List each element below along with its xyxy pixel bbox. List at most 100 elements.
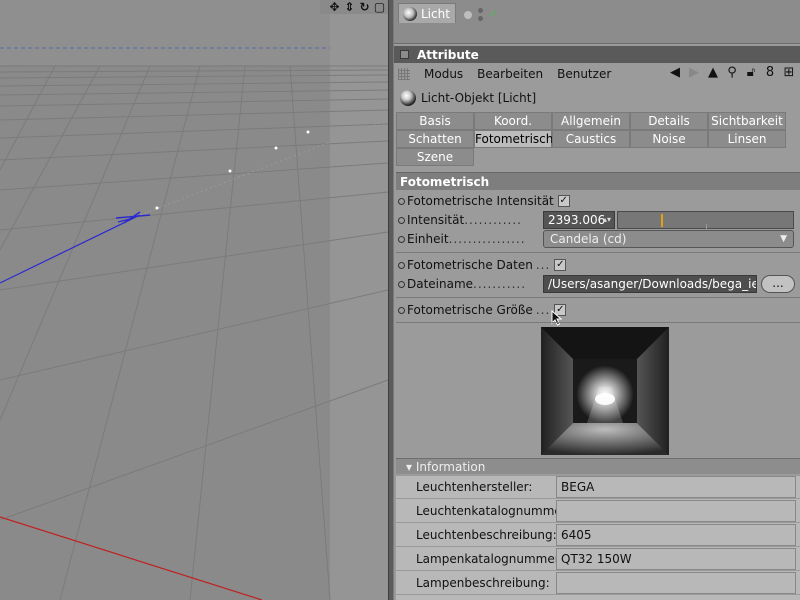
info-value[interactable] bbox=[556, 572, 796, 594]
chevron-down-icon: ▼ bbox=[780, 234, 787, 244]
tab-koord[interactable]: Koord. bbox=[474, 112, 552, 130]
visibility-dots-icon[interactable] bbox=[478, 8, 483, 21]
info-row: Lampenbeschreibung: bbox=[396, 572, 800, 595]
tab-linsen[interactable]: Linsen bbox=[708, 130, 786, 148]
checkbox-fotometrische-daten[interactable]: ✓ bbox=[554, 259, 567, 271]
up-arrow-icon[interactable]: ▲ bbox=[706, 66, 720, 80]
keyframe-bullet-icon[interactable] bbox=[398, 197, 405, 205]
divider bbox=[396, 252, 800, 253]
object-tab-tags: ✓ bbox=[464, 8, 497, 21]
section-title: Fotometrisch bbox=[396, 172, 800, 190]
attribute-manager-header: Attribute bbox=[394, 46, 800, 63]
dateiname-value: /Users/asanger/Downloads/bega_ies/ bbox=[548, 277, 757, 291]
menu-bearbeiten[interactable]: Bearbeiten bbox=[477, 67, 543, 81]
viewport-grid bbox=[0, 0, 388, 600]
tab-noise[interactable]: Noise bbox=[630, 130, 708, 148]
label-intensitaet: Intensität bbox=[407, 213, 465, 227]
object-tab-label: Licht bbox=[421, 6, 450, 21]
label-dateiname: Dateiname bbox=[407, 277, 474, 291]
info-label: Leuchtenbeschreibung: bbox=[416, 528, 557, 542]
intensitaet-slider[interactable] bbox=[617, 211, 794, 229]
menu-benutzer[interactable]: Benutzer bbox=[557, 67, 611, 81]
label-dots: ............ bbox=[464, 213, 522, 227]
label-dots: ... bbox=[535, 258, 551, 272]
label-dots: ........... bbox=[473, 277, 527, 291]
label-fotometrische-groesse: Fotometrische Größe bbox=[407, 303, 533, 317]
info-label: Leuchtenhersteller: bbox=[416, 480, 533, 494]
tab-caustics[interactable]: Caustics bbox=[552, 130, 630, 148]
menubar-icons: ◀ ▶ ▲ ⚲ 🔓︎ 8 ⊞ bbox=[668, 66, 796, 80]
rotate-icon[interactable]: ↻ bbox=[358, 0, 371, 14]
info-label: Lampenbeschreibung: bbox=[416, 576, 550, 590]
keyframe-bullet-icon[interactable] bbox=[398, 280, 405, 288]
label-dots: ................ bbox=[448, 232, 526, 246]
maximize-icon[interactable]: ▢ bbox=[373, 0, 386, 14]
row-fotometrische-groesse: Fotometrische Größe ... ✓ bbox=[396, 300, 800, 320]
enabled-check-icon[interactable]: ✓ bbox=[489, 9, 497, 20]
layer-dot-icon[interactable] bbox=[464, 10, 472, 19]
info-row: Leuchtenbeschreibung: 6405 bbox=[396, 524, 800, 547]
information-title: Information bbox=[415, 460, 486, 474]
attribute-menubar: Modus Bearbeiten Benutzer ◀ ▶ ▲ ⚲ 🔓︎ 8 ⊞ bbox=[394, 64, 800, 84]
viewport-toolbar: ✥ ⇕ ↻ ▢ bbox=[320, 0, 388, 14]
grip-icon[interactable] bbox=[398, 68, 410, 80]
scale-icon[interactable]: ⇕ bbox=[343, 0, 356, 14]
tab-sichtbarkeit[interactable]: Sichtbarkeit bbox=[708, 112, 786, 130]
einheit-value: Candela (cd) bbox=[550, 232, 627, 246]
lock-icon[interactable]: 🔓︎ bbox=[744, 66, 758, 80]
dateiname-input[interactable]: /Users/asanger/Downloads/bega_ies/ bbox=[543, 275, 757, 293]
info-row: Leuchtenkatalognummer: bbox=[396, 500, 800, 523]
info-row: Leuchtenhersteller: BEGA bbox=[396, 476, 800, 499]
checkbox-fotometrische-intensitaet[interactable]: ✓ bbox=[557, 195, 570, 207]
move-icon[interactable]: ✥ bbox=[328, 0, 341, 14]
link-icon[interactable]: 8 bbox=[763, 66, 777, 80]
mouse-cursor-icon bbox=[551, 310, 563, 326]
room-preview-image bbox=[541, 327, 669, 455]
keyframe-bullet-icon[interactable] bbox=[398, 306, 405, 314]
panel-menu-icon[interactable] bbox=[400, 50, 409, 59]
search-icon[interactable]: ⚲ bbox=[725, 66, 739, 80]
intensitaet-value: 2393.006 bbox=[548, 213, 606, 227]
object-tab-licht[interactable]: Licht bbox=[398, 3, 456, 23]
tab-fotometrisch[interactable]: Fotometrisch bbox=[474, 130, 553, 148]
spinner-arrows-icon[interactable]: ▴▾ bbox=[603, 212, 611, 228]
einheit-dropdown[interactable]: Candela (cd) ▼ bbox=[543, 230, 794, 248]
tab-schatten[interactable]: Schatten bbox=[396, 130, 474, 148]
row-fotometrische-daten: Fotometrische Daten ... ✓ bbox=[396, 255, 800, 275]
object-tab-bar: Licht ✓ bbox=[394, 0, 800, 44]
info-value[interactable] bbox=[556, 500, 796, 522]
light-object-icon bbox=[403, 6, 417, 21]
info-row: Lampenkatalognummer: QT32 150W bbox=[396, 548, 800, 571]
divider bbox=[396, 297, 800, 298]
label-fotometrische-intensitaet: Fotometrische Intensität bbox=[407, 194, 554, 208]
divider bbox=[396, 322, 800, 323]
browse-button[interactable]: ... bbox=[761, 275, 795, 293]
forward-arrow-icon[interactable]: ▶ bbox=[687, 66, 701, 80]
info-value[interactable]: QT32 150W bbox=[556, 548, 796, 570]
new-panel-icon[interactable]: ⊞ bbox=[782, 66, 796, 80]
info-value[interactable]: BEGA bbox=[556, 476, 796, 498]
label-einheit: Einheit bbox=[407, 232, 449, 246]
information-table: Leuchtenhersteller: BEGA Leuchtenkatalog… bbox=[396, 476, 800, 600]
tab-details[interactable]: Details bbox=[630, 112, 708, 130]
info-value[interactable]: 6405 bbox=[556, 524, 796, 546]
info-label: Lampenkatalognummer: bbox=[416, 552, 564, 566]
disclosure-triangle-icon: ▾ bbox=[406, 460, 413, 474]
keyframe-bullet-icon[interactable] bbox=[398, 216, 405, 224]
viewport-3d[interactable]: ✥ ⇕ ↻ ▢ bbox=[0, 0, 388, 600]
menu-modus[interactable]: Modus bbox=[424, 67, 463, 81]
slider-handle[interactable] bbox=[661, 214, 663, 227]
tab-szene[interactable]: Szene bbox=[396, 148, 474, 166]
information-header[interactable]: ▾ Information bbox=[396, 458, 800, 474]
attribute-manager-title: Attribute bbox=[417, 47, 479, 62]
light-object-icon bbox=[400, 90, 416, 106]
keyframe-bullet-icon[interactable] bbox=[398, 235, 405, 243]
tab-basis[interactable]: Basis bbox=[396, 112, 474, 130]
object-header: Licht-Objekt [Licht] bbox=[400, 90, 536, 106]
back-arrow-icon[interactable]: ◀ bbox=[668, 66, 682, 80]
label-dots: ... bbox=[535, 303, 551, 317]
keyframe-bullet-icon[interactable] bbox=[398, 261, 405, 269]
intensitaet-input[interactable]: 2393.006 ▴▾ bbox=[543, 211, 615, 229]
tab-allgemein[interactable]: Allgemein bbox=[552, 112, 630, 130]
row-fotometrische-intensitaet: Fotometrische Intensität ✓ bbox=[396, 191, 800, 211]
